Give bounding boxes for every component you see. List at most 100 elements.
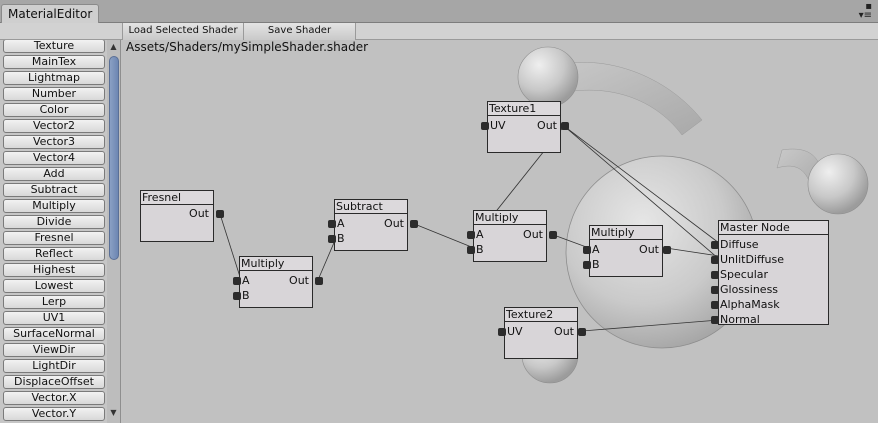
node-master[interactable]: Master Node Diffuse UnlitDiffuse Specula… xyxy=(711,220,829,326)
node-title: Master Node xyxy=(719,221,828,235)
port-label-normal: Normal xyxy=(720,313,760,326)
scroll-up-arrow-icon[interactable]: ▲ xyxy=(107,42,120,51)
tab-title: MaterialEditor xyxy=(8,7,93,21)
palette-item-divide[interactable]: Divide xyxy=(3,215,105,229)
node-multiply-1[interactable]: Multiply A B Out xyxy=(233,256,323,308)
port-label-out: Out xyxy=(289,274,309,287)
palette-item-subtract[interactable]: Subtract xyxy=(3,183,105,197)
palette-item-fresnel[interactable]: Fresnel xyxy=(3,231,105,245)
input-pin-a[interactable] xyxy=(233,277,241,285)
node-multiply-2[interactable]: Multiply A B Out xyxy=(467,210,557,262)
node-title: Texture2 xyxy=(505,308,577,322)
port-label-out: Out xyxy=(384,217,404,230)
port-label-b: B xyxy=(476,243,484,256)
node-title: Subtract xyxy=(335,200,407,214)
output-pin[interactable] xyxy=(549,231,557,239)
port-label-unlit-diffuse: UnlitDiffuse xyxy=(720,253,785,266)
palette-item-vector-y[interactable]: Vector.Y xyxy=(3,407,105,421)
palette-item-multiply[interactable]: Multiply xyxy=(3,199,105,213)
output-pin[interactable] xyxy=(663,246,671,254)
output-pin[interactable] xyxy=(216,210,224,218)
input-pin-b[interactable] xyxy=(467,246,475,254)
tab-bar: MaterialEditor ▪ ▾≡ xyxy=(0,0,878,23)
port-label-out: Out xyxy=(523,228,543,241)
port-label-out: Out xyxy=(189,207,209,220)
output-pin[interactable] xyxy=(578,328,586,336)
port-label-b: B xyxy=(592,258,600,271)
node-graph-canvas[interactable]: Assets/Shaders/mySimpleShader.shader Fre… xyxy=(122,40,878,423)
port-label-uv: UV xyxy=(507,325,523,338)
output-pin[interactable] xyxy=(315,277,323,285)
palette-item-number[interactable]: Number xyxy=(3,87,105,101)
output-pin[interactable] xyxy=(410,220,418,228)
port-label-glossiness: Glossiness xyxy=(720,283,779,296)
palette-item-color[interactable]: Color xyxy=(3,103,105,117)
palette-item-viewdir[interactable]: ViewDir xyxy=(3,343,105,357)
port-label-a: A xyxy=(592,243,600,256)
palette-item-surfacenormal[interactable]: SurfaceNormal xyxy=(3,327,105,341)
palette-item-maintex[interactable]: MainTex xyxy=(3,55,105,69)
output-pin[interactable] xyxy=(561,122,569,130)
shader-path-label: Assets/Shaders/mySimpleShader.shader xyxy=(126,40,369,54)
save-shader-button[interactable]: Save Shader xyxy=(244,23,356,40)
node-title: Fresnel xyxy=(141,191,213,205)
toolbar: Load Selected Shader Save Shader xyxy=(0,23,878,40)
palette-item-uv1[interactable]: UV1 xyxy=(3,311,105,325)
palette-item-vector3[interactable]: Vector3 xyxy=(3,135,105,149)
port-label-out: Out xyxy=(554,325,574,338)
scrollbar-thumb[interactable] xyxy=(109,56,119,260)
palette-item-add[interactable]: Add xyxy=(3,167,105,181)
palette-item-texture[interactable]: Texture xyxy=(3,40,105,53)
node-title: Multiply xyxy=(590,226,662,240)
input-pin-b[interactable] xyxy=(583,261,591,269)
tab-material-editor[interactable]: MaterialEditor xyxy=(1,4,99,23)
node-fresnel[interactable]: Fresnel Out xyxy=(140,190,224,242)
port-label-out: Out xyxy=(537,119,557,132)
node-texture-1[interactable]: Texture1 UV Out xyxy=(481,101,569,153)
port-label-a: A xyxy=(242,274,250,287)
input-pin-specular[interactable] xyxy=(711,271,719,279)
input-pin-b[interactable] xyxy=(328,235,336,243)
input-pin-a[interactable] xyxy=(583,246,591,254)
palette-item-vector4[interactable]: Vector4 xyxy=(3,151,105,165)
node-title: Texture1 xyxy=(488,102,560,116)
node-texture-2[interactable]: Texture2 UV Out xyxy=(498,307,586,359)
input-pin-alpha-mask[interactable] xyxy=(711,301,719,309)
input-pin-a[interactable] xyxy=(467,231,475,239)
port-label-diffuse: Diffuse xyxy=(720,238,759,251)
palette-item-vector2[interactable]: Vector2 xyxy=(3,119,105,133)
load-shader-button[interactable]: Load Selected Shader xyxy=(122,23,244,40)
port-label-a: A xyxy=(476,228,484,241)
input-pin-a[interactable] xyxy=(328,220,336,228)
port-label-out: Out xyxy=(639,243,659,256)
palette-item-lowest[interactable]: Lowest xyxy=(3,279,105,293)
input-pin-uv[interactable] xyxy=(481,122,489,130)
menu-icon[interactable]: ▾≡ xyxy=(859,11,872,21)
palette-item-lerp[interactable]: Lerp xyxy=(3,295,105,309)
node-title: Multiply xyxy=(240,257,312,271)
input-pin-b[interactable] xyxy=(233,292,241,300)
input-pin-normal[interactable] xyxy=(711,316,719,324)
scroll-down-arrow-icon[interactable]: ▼ xyxy=(107,408,120,417)
input-pin-glossiness[interactable] xyxy=(711,286,719,294)
port-label-b: B xyxy=(337,232,345,245)
palette-item-highest[interactable]: Highest xyxy=(3,263,105,277)
input-pin-diffuse[interactable] xyxy=(711,241,719,249)
input-pin-uv[interactable] xyxy=(498,328,506,336)
window-controls: ▪ ▾≡ xyxy=(859,2,872,21)
port-label-uv: UV xyxy=(490,119,506,132)
node-subtract[interactable]: Subtract A B Out xyxy=(328,199,418,251)
node-title: Multiply xyxy=(474,211,546,225)
palette-item-reflect[interactable]: Reflect xyxy=(3,247,105,261)
port-label-specular: Specular xyxy=(720,268,769,281)
palette-item-lightmap[interactable]: Lightmap xyxy=(3,71,105,85)
port-label-b: B xyxy=(242,289,250,302)
palette-item-vector-x[interactable]: Vector.X xyxy=(3,391,105,405)
palette-scrollbar[interactable]: ▲ ▼ xyxy=(107,40,120,423)
node-palette: Texture MainTex Lightmap Number Color Ve… xyxy=(0,40,121,423)
palette-item-displaceoffset[interactable]: DisplaceOffset xyxy=(3,375,105,389)
input-pin-unlit-diffuse[interactable] xyxy=(711,256,719,264)
node-multiply-3[interactable]: Multiply A B Out xyxy=(583,225,671,277)
palette-item-lightdir[interactable]: LightDir xyxy=(3,359,105,373)
port-label-a: A xyxy=(337,217,345,230)
